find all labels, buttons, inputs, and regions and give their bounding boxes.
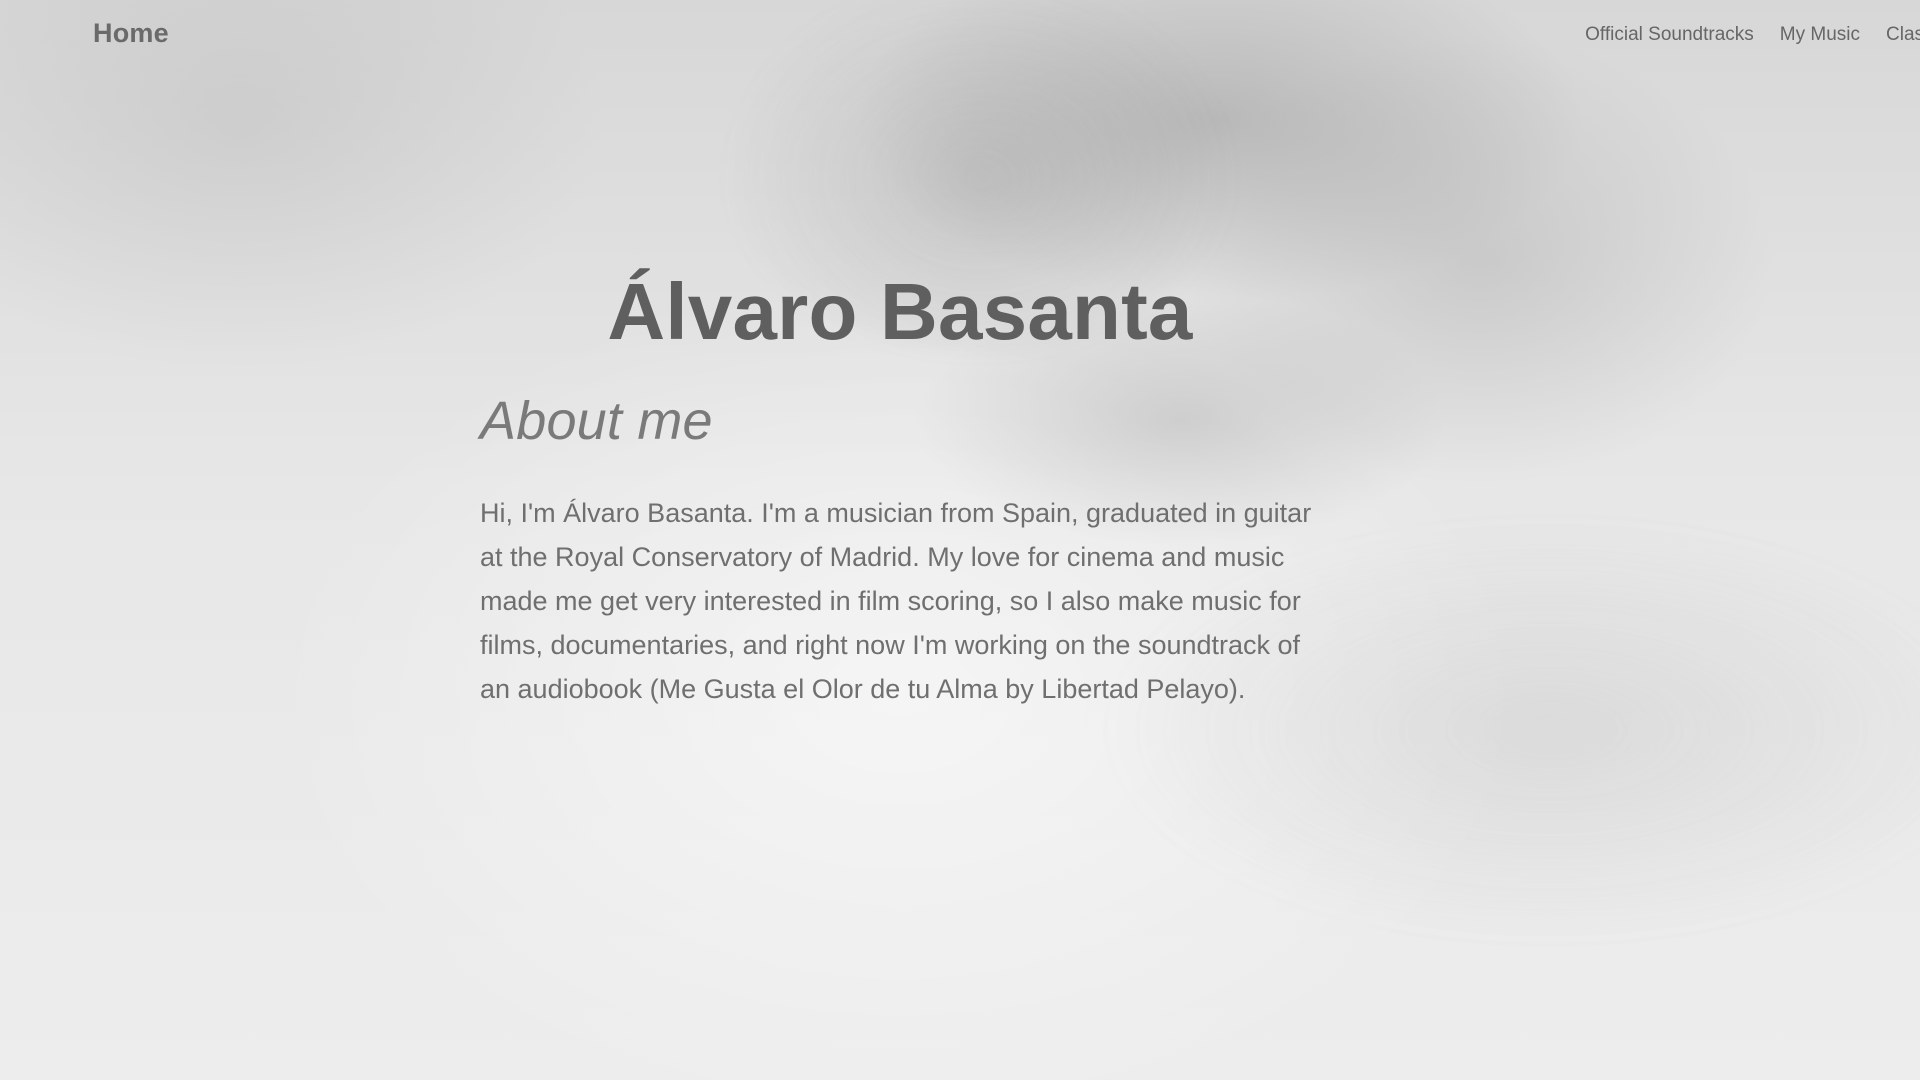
top-navigation: Home Official Soundtracks My Music Clas [0, 0, 1920, 70]
home-link[interactable]: Home [93, 18, 169, 49]
main-menu: Official Soundtracks My Music Clas [1585, 24, 1920, 46]
about-me-bio: Hi, I'm Álvaro Basanta. I'm a musician f… [480, 498, 1312, 705]
nav-my-music[interactable]: My Music [1780, 24, 1860, 46]
artist-name-title: Álvaro Basanta [607, 267, 1193, 356]
about-me-heading: About me [480, 391, 713, 451]
nav-classes[interactable]: Clas [1886, 24, 1920, 46]
nav-official-soundtracks[interactable]: Official Soundtracks [1585, 24, 1754, 46]
about-section: Álvaro Basanta About me Hi, I'm Álvaro B… [480, 270, 1320, 711]
